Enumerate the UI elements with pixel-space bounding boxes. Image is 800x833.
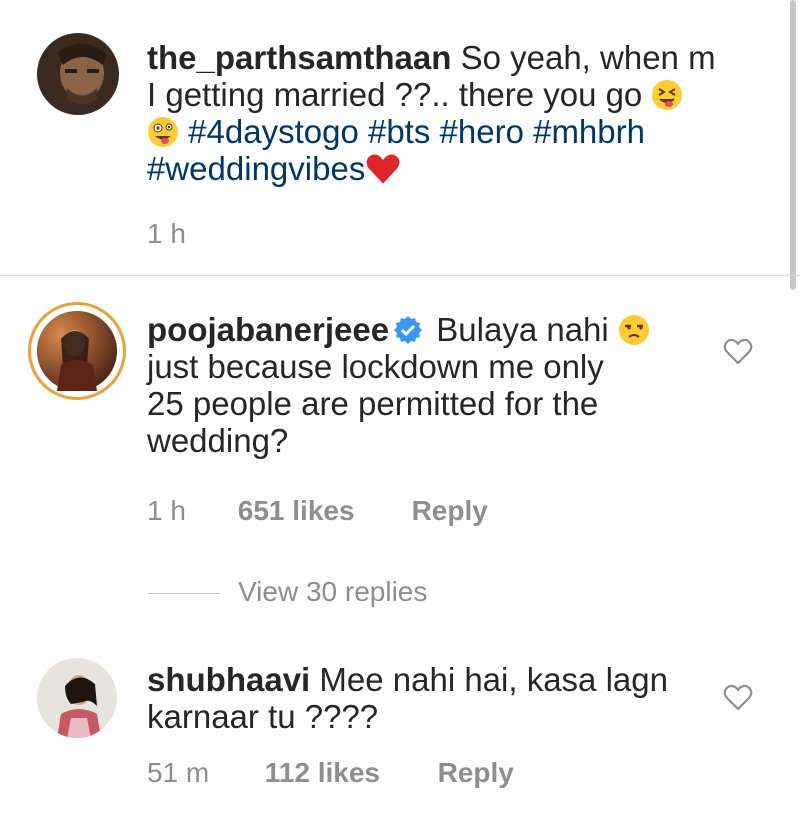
squinting-tongue-emoji bbox=[652, 80, 683, 110]
red-heart-emoji bbox=[366, 154, 400, 184]
caption-time: 1 h bbox=[147, 218, 186, 249]
comment-1-text: poojabanerjeee Bulaya nahi just because … bbox=[147, 311, 687, 459]
caption-text-part2: I getting married ??.. there you go bbox=[147, 76, 643, 113]
comment-2-reply-button[interactable]: Reply bbox=[438, 757, 514, 789]
unamused-face-emoji bbox=[618, 315, 649, 345]
caption-text: the_parthsamthaan So yeah, when m I gett… bbox=[147, 39, 747, 187]
caption-divider bbox=[0, 275, 800, 276]
comment-2-meta: 51 m 112 likes Reply bbox=[147, 757, 514, 789]
comment-1-meta: 1 h 651 likes Reply bbox=[147, 495, 488, 527]
comment-1-text-line3: 25 people are permitted for the bbox=[147, 385, 599, 422]
view-replies-line bbox=[148, 593, 220, 595]
avatar-the-parthsamthaan[interactable] bbox=[37, 33, 119, 115]
like-heart-icon[interactable] bbox=[723, 683, 753, 711]
comment-1-likes[interactable]: 651 likes bbox=[238, 495, 404, 527]
caption-text-part1: So yeah, when m bbox=[460, 39, 716, 76]
comment-1-time: 1 h bbox=[147, 495, 186, 526]
comment-2-text-line1: Mee nahi hai, kasa lagn bbox=[319, 661, 668, 698]
verified-badge-icon bbox=[394, 316, 423, 344]
zany-face-emoji bbox=[148, 117, 178, 147]
avatar-shubhaavi[interactable] bbox=[37, 658, 117, 738]
comments-screen: the_parthsamthaan So yeah, when m I gett… bbox=[0, 0, 800, 833]
scrollbar[interactable] bbox=[790, 0, 796, 290]
comment-1-text-line4: wedding? bbox=[147, 422, 289, 459]
view-replies-button[interactable]: View 30 replies bbox=[148, 576, 427, 608]
view-replies-label: View 30 replies bbox=[238, 576, 428, 607]
comment-2-time: 51 m bbox=[147, 757, 210, 788]
comment-1-username[interactable]: poojabanerjeee bbox=[147, 311, 389, 348]
comment-1-reply-button[interactable]: Reply bbox=[412, 495, 488, 527]
comment-1-text-line1: Bulaya nahi bbox=[436, 311, 609, 348]
caption-hashtags-line1[interactable]: #4daystogo #bts #hero #mhbrh bbox=[188, 113, 645, 150]
comment-1-text-line2: just because lockdown me only bbox=[147, 348, 604, 385]
comment-2-username[interactable]: shubhaavi bbox=[147, 661, 310, 698]
caption-meta: 1 h bbox=[147, 218, 186, 250]
caption-hashtags-line2[interactable]: #weddingvibes bbox=[147, 150, 365, 187]
comment-2-text-line2: karnaar tu ???? bbox=[147, 698, 379, 735]
comment-2-likes[interactable]: 112 likes bbox=[265, 757, 430, 789]
comment-2-text: shubhaavi Mee nahi hai, kasa lagn karnaa… bbox=[147, 661, 707, 735]
avatar-poojabanerjeee[interactable] bbox=[28, 302, 126, 400]
caption-username[interactable]: the_parthsamthaan bbox=[147, 39, 451, 76]
like-heart-icon[interactable] bbox=[723, 337, 753, 365]
